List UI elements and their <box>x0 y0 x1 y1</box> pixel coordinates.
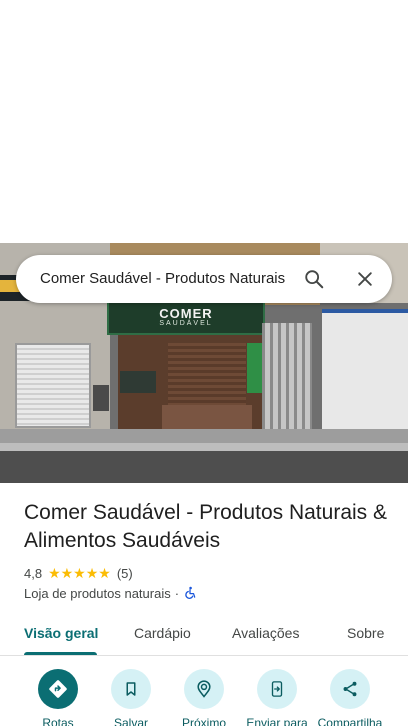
tab-sobre[interactable]: Sobre <box>347 625 384 641</box>
directions-button[interactable]: Rotas <box>21 669 95 726</box>
separator-dot: · <box>174 585 180 601</box>
map-blank-area <box>0 0 408 243</box>
tab-avaliacoes[interactable]: Avaliações <box>232 625 299 641</box>
share-label: Compartilha <box>317 716 383 726</box>
review-count: (5) <box>116 565 133 581</box>
tab-cardapio[interactable]: Cardápio <box>134 625 191 641</box>
photo-gate <box>262 323 312 433</box>
place-tabs: Visão geral Cardápio Avaliações Sobre <box>0 613 408 656</box>
search-icon <box>305 270 324 289</box>
category-row: Loja de produtos naturais · <box>24 584 197 602</box>
search-bar[interactable]: Comer Saudável - Produtos Naturais <box>16 255 392 303</box>
photo-store-sign: COMER SAUDÁVEL <box>107 301 265 335</box>
photo-brown-shutter <box>168 343 246 405</box>
directions-button-circle[interactable] <box>38 669 78 709</box>
active-tab-indicator <box>24 652 97 655</box>
search-input[interactable]: Comer Saudável - Produtos Naturais <box>40 270 286 290</box>
photo-meters <box>120 371 156 393</box>
place-title: Comer Saudável - Produtos Naturais & Ali… <box>24 501 387 552</box>
nearby-label: Próximo <box>181 716 226 726</box>
send-to-phone-icon <box>271 681 283 697</box>
place-category: Loja de produtos naturais <box>24 585 171 601</box>
directions-icon <box>49 680 67 698</box>
photo-sidewalk <box>0 429 408 443</box>
photo-green-banner <box>247 343 263 393</box>
close-icon <box>358 272 372 286</box>
tab-visao-geral[interactable]: Visão geral <box>24 625 98 641</box>
nearby-button-circle[interactable] <box>184 669 224 709</box>
bookmark-icon <box>126 682 136 696</box>
action-buttons: Rotas Salvar Próximo Enviar para Compart… <box>0 669 408 726</box>
close-button[interactable] <box>349 263 381 295</box>
photo-counter <box>162 405 252 431</box>
photo-white-shutter <box>15 343 91 428</box>
save-button[interactable]: Salvar <box>94 669 168 726</box>
photo-utility-box <box>93 385 109 411</box>
store-sign-brand: COMER <box>159 306 213 321</box>
send-to-phone-button[interactable]: Enviar para <box>240 669 314 726</box>
store-sign-subtitle: SAUDÁVEL <box>159 320 213 327</box>
search-button[interactable] <box>298 263 330 295</box>
star-rating-icon: ★★★★★ <box>48 564 111 581</box>
rating-row[interactable]: 4,8 ★★★★★ (5) <box>24 564 133 582</box>
photo-road <box>0 451 408 483</box>
photo-curb <box>0 443 408 451</box>
wheelchair-icon <box>183 586 197 600</box>
rating-value: 4,8 <box>24 565 43 581</box>
share-button[interactable]: Compartilha <box>313 669 387 726</box>
save-label: Salvar <box>113 716 148 726</box>
nearby-icon <box>197 680 211 698</box>
directions-label: Rotas <box>42 716 74 726</box>
send-to-phone-label: Enviar para <box>246 716 308 726</box>
save-button-circle[interactable] <box>111 669 151 709</box>
place-info-panel: Comer Saudável - Produtos Naturais & Ali… <box>0 483 408 726</box>
send-to-phone-button-circle[interactable] <box>257 669 297 709</box>
photo-right-building <box>322 313 408 433</box>
share-icon <box>343 681 357 697</box>
nearby-button[interactable]: Próximo <box>167 669 241 726</box>
share-button-circle[interactable] <box>330 669 370 709</box>
